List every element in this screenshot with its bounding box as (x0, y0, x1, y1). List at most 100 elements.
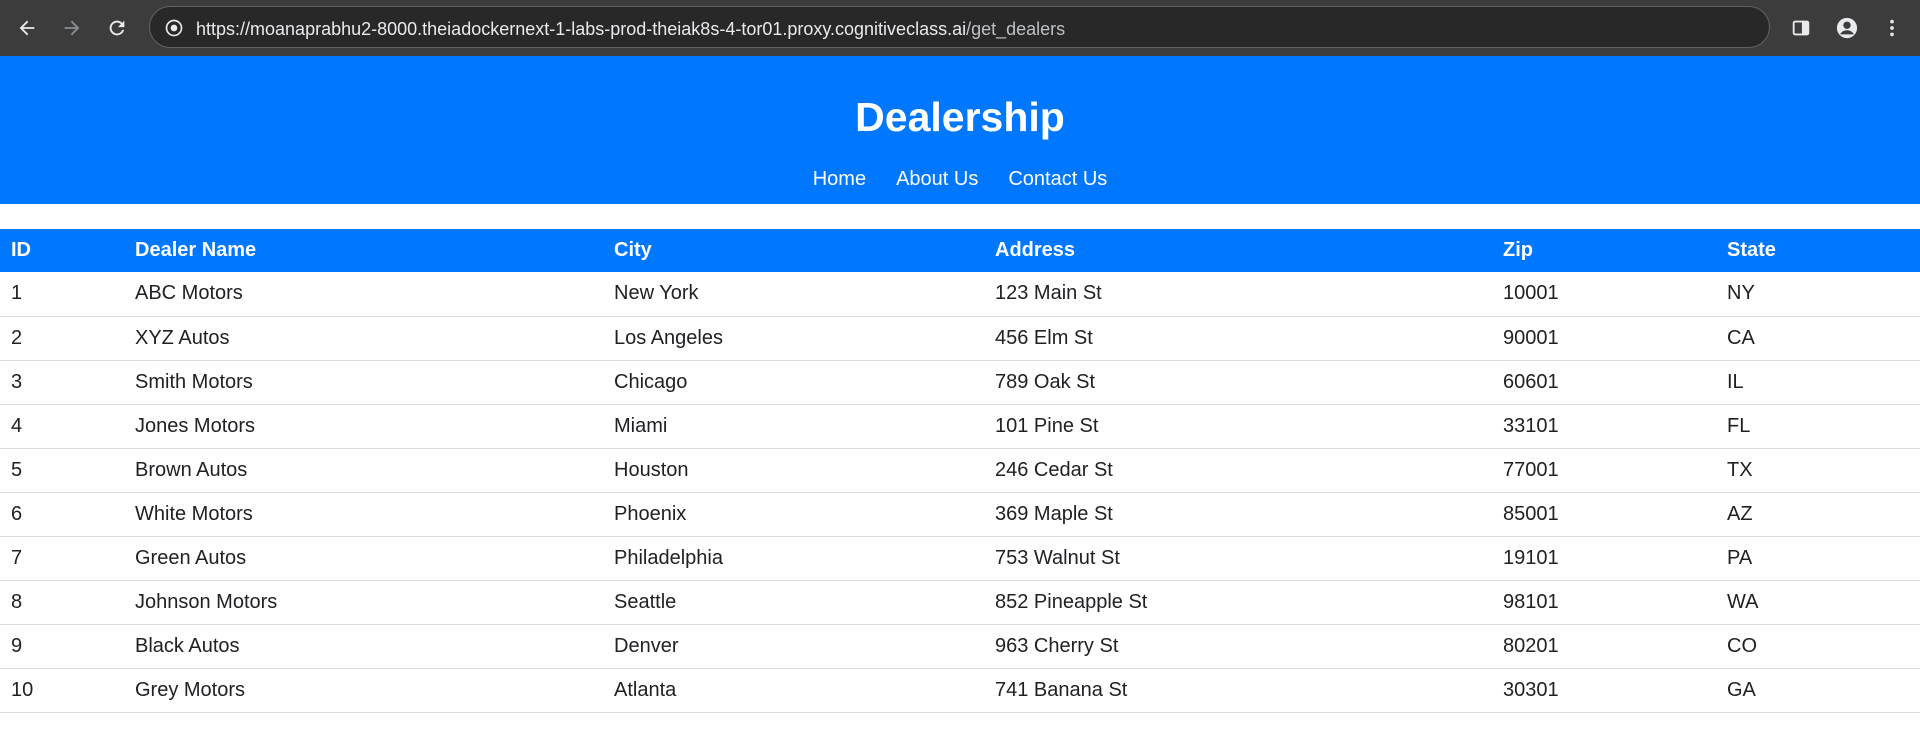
cell-state: AZ (1716, 492, 1920, 537)
cell-address: 246 Cedar St (984, 448, 1492, 493)
table-row: 9 Black Autos Denver 963 Cherry St 80201 CO (0, 624, 1920, 669)
cell-city: Atlanta (603, 668, 984, 713)
cell-state: GA (1716, 668, 1920, 713)
address-bar[interactable]: https://moanaprabhu2-8000.theiadockernex… (149, 6, 1770, 48)
cell-address: 753 Walnut St (984, 536, 1492, 581)
main-nav: Home About Us Contact Us (0, 168, 1920, 191)
cell-city: Phoenix (603, 492, 984, 537)
cell-zip: 90001 (1492, 316, 1716, 361)
column-header-address: Address (984, 229, 1492, 272)
cell-address: 789 Oak St (984, 360, 1492, 405)
side-panel-icon (1792, 20, 1810, 36)
cell-zip: 85001 (1492, 492, 1716, 537)
cell-address: 456 Elm St (984, 316, 1492, 361)
cell-id: 7 (0, 536, 124, 581)
reload-icon (109, 20, 125, 36)
cell-dealer-name: White Motors (124, 492, 603, 537)
cell-city: New York (603, 272, 984, 317)
site-info-icon[interactable] (164, 18, 184, 38)
table-row: 4 Jones Motors Miami 101 Pine St 33101 FL (0, 404, 1920, 449)
table-row: 6 White Motors Phoenix 369 Maple St 85001 AZ (0, 492, 1920, 537)
column-header-state: State (1716, 229, 1920, 272)
side-panel-button[interactable] (1784, 11, 1818, 45)
forward-arrow-icon (64, 20, 80, 36)
table-body: 1 ABC Motors New York 123 Main St 10001 NY 2 XY… (0, 272, 1920, 713)
nav-link-about-us[interactable]: About Us (896, 168, 978, 191)
column-header-zip: Zip (1492, 229, 1716, 272)
cell-city: Seattle (603, 580, 984, 625)
cell-dealer-name: Grey Motors (124, 668, 603, 713)
table-row: 10 Grey Motors Atlanta 741 Banana St 30301 GA (0, 668, 1920, 713)
menu-button[interactable] (1875, 11, 1909, 45)
cell-address: 741 Banana St (984, 668, 1492, 713)
cell-id: 1 (0, 272, 124, 317)
cell-city: Chicago (603, 360, 984, 405)
cell-dealer-name: XYZ Autos (124, 316, 603, 361)
cell-zip: 30301 (1492, 668, 1716, 713)
cell-id: 4 (0, 404, 124, 449)
browser-toolbar: https://moanaprabhu2-8000.theiadockernex… (0, 0, 1920, 56)
cell-zip: 60601 (1492, 360, 1716, 405)
cell-state: IL (1716, 360, 1920, 405)
cell-dealer-name: ABC Motors (124, 272, 603, 317)
cell-state: CO (1716, 624, 1920, 669)
url-path: /get_dealers (966, 19, 1066, 39)
column-header-dealer-name: Dealer Name (124, 229, 603, 272)
table-row: 1 ABC Motors New York 123 Main St 10001 NY (0, 272, 1920, 317)
cell-id: 3 (0, 360, 124, 405)
table-row: 2 XYZ Autos Los Angeles 456 Elm St 90001 CA (0, 316, 1920, 361)
cell-zip: 80201 (1492, 624, 1716, 669)
reload-button[interactable] (100, 11, 134, 45)
table-row: 8 Johnson Motors Seattle 852 Pineapple St 98… (0, 580, 1920, 625)
url-main: https://moanaprabhu2-8000.theiadockernex… (196, 19, 967, 39)
cell-address: 369 Maple St (984, 492, 1492, 537)
cell-state: WA (1716, 580, 1920, 625)
back-button[interactable] (10, 11, 44, 45)
back-arrow-icon (19, 20, 35, 36)
url-text: https://moanaprabhu2-8000.theiadockernex… (196, 19, 1065, 40)
site-title: Dealership (855, 94, 1065, 140)
table-row: 5 Brown Autos Houston 246 Cedar St 77001 TX (0, 448, 1920, 493)
cell-address: 123 Main St (984, 272, 1492, 317)
table-header-row: ID Dealer Name City Address Zip State (0, 229, 1920, 272)
cell-city: Denver (603, 624, 984, 669)
dealers-table: ID Dealer Name City Address Zip State 1A… (0, 229, 1920, 713)
cell-zip: 77001 (1492, 448, 1716, 493)
column-header-city: City (603, 229, 984, 272)
cell-city: Houston (603, 448, 984, 493)
cell-dealer-name: Jones Motors (124, 404, 603, 449)
cell-state: TX (1716, 448, 1920, 493)
cell-id: 9 (0, 624, 124, 669)
nav-link-home[interactable]: Home (813, 168, 866, 191)
cell-zip: 33101 (1492, 404, 1716, 449)
site-header: Dealership Home About Us Contact Us (0, 56, 1920, 204)
cell-id: 6 (0, 492, 124, 537)
forward-button[interactable] (55, 11, 89, 45)
cell-address: 963 Cherry St (984, 624, 1492, 669)
cell-zip: 19101 (1492, 536, 1716, 581)
cell-dealer-name: Black Autos (124, 624, 603, 669)
cell-dealer-name: Green Autos (124, 536, 603, 581)
table-row: 7 Green Autos Philadelphia 753 Walnut St 191… (0, 536, 1920, 581)
cell-state: CA (1716, 316, 1920, 361)
more-vert-icon (1890, 19, 1894, 37)
cell-id: 10 (0, 668, 124, 713)
cell-dealer-name: Brown Autos (124, 448, 603, 493)
column-header-id: ID (0, 229, 124, 272)
cell-city: Philadelphia (603, 536, 984, 581)
profile-icon (1836, 17, 1858, 39)
cell-id: 2 (0, 316, 124, 361)
cell-dealer-name: Smith Motors (124, 360, 603, 405)
cell-state: FL (1716, 404, 1920, 449)
table-row: 3 Smith Motors Chicago 789 Oak St 60601 IL (0, 360, 1920, 405)
cell-id: 8 (0, 580, 124, 625)
cell-id: 5 (0, 448, 124, 493)
nav-link-contact-us[interactable]: Contact Us (1008, 168, 1107, 191)
cell-zip: 10001 (1492, 272, 1716, 317)
cell-zip: 98101 (1492, 580, 1716, 625)
cell-state: NY (1716, 272, 1920, 317)
cell-address: 852 Pineapple St (984, 580, 1492, 625)
profile-button[interactable] (1830, 11, 1864, 45)
cell-city: Los Angeles (603, 316, 984, 361)
cell-city: Miami (603, 404, 984, 449)
